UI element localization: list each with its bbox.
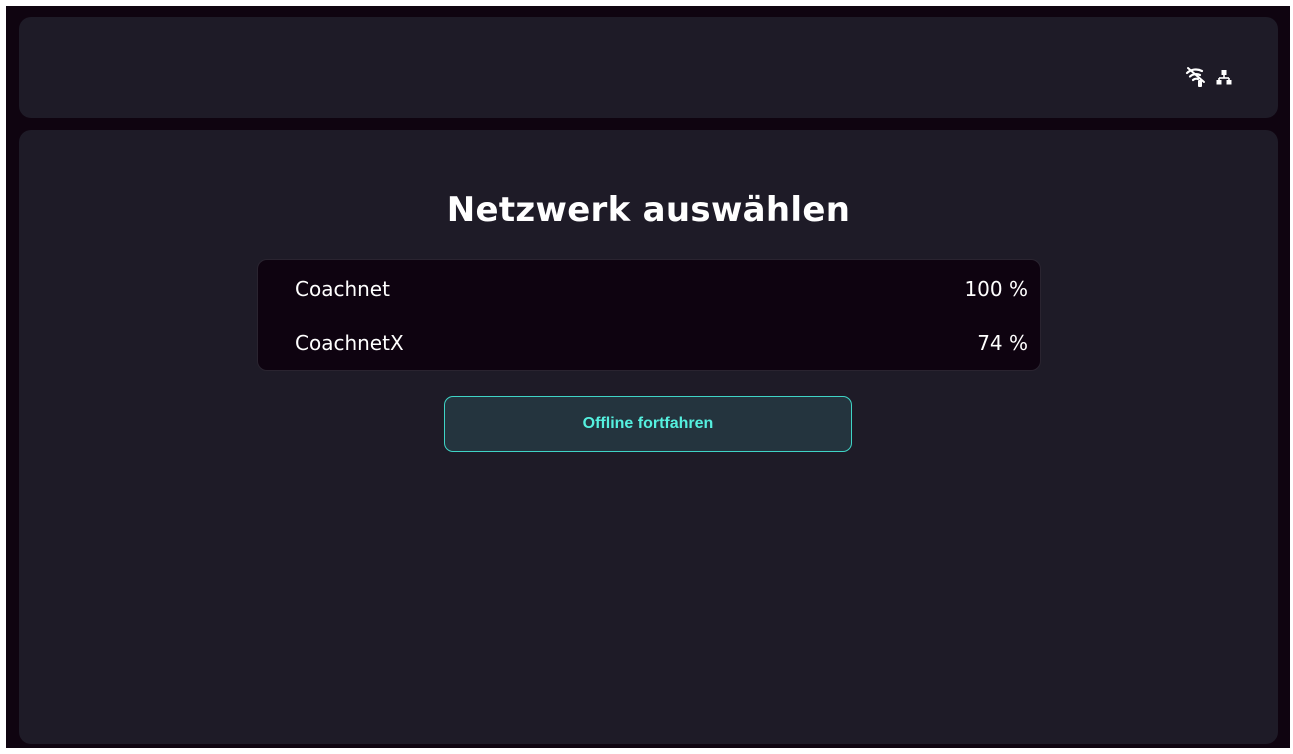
screen: Netzwerk auswählen Coachnet 100 % Coachn…	[6, 6, 1290, 748]
network-name: CoachnetX	[295, 331, 404, 355]
offline-continue-button[interactable]: Offline fortfahren	[444, 396, 852, 452]
main-panel: Netzwerk auswählen Coachnet 100 % Coachn…	[19, 130, 1278, 744]
top-bar	[19, 17, 1278, 118]
page-title: Netzwerk auswählen	[446, 190, 851, 230]
network-item-coachnetx[interactable]: CoachnetX 74 %	[258, 316, 1040, 370]
network-item-coachnet[interactable]: Coachnet 100 %	[258, 262, 1040, 316]
network-signal: 100 %	[964, 277, 1028, 301]
network-list: Coachnet 100 % CoachnetX 74 %	[257, 259, 1041, 371]
network-name: Coachnet	[295, 277, 390, 301]
status-icons	[1184, 65, 1232, 89]
network-ethernet-icon	[1216, 69, 1232, 85]
network-signal: 74 %	[977, 331, 1028, 355]
wifi-off-icon	[1184, 65, 1208, 89]
